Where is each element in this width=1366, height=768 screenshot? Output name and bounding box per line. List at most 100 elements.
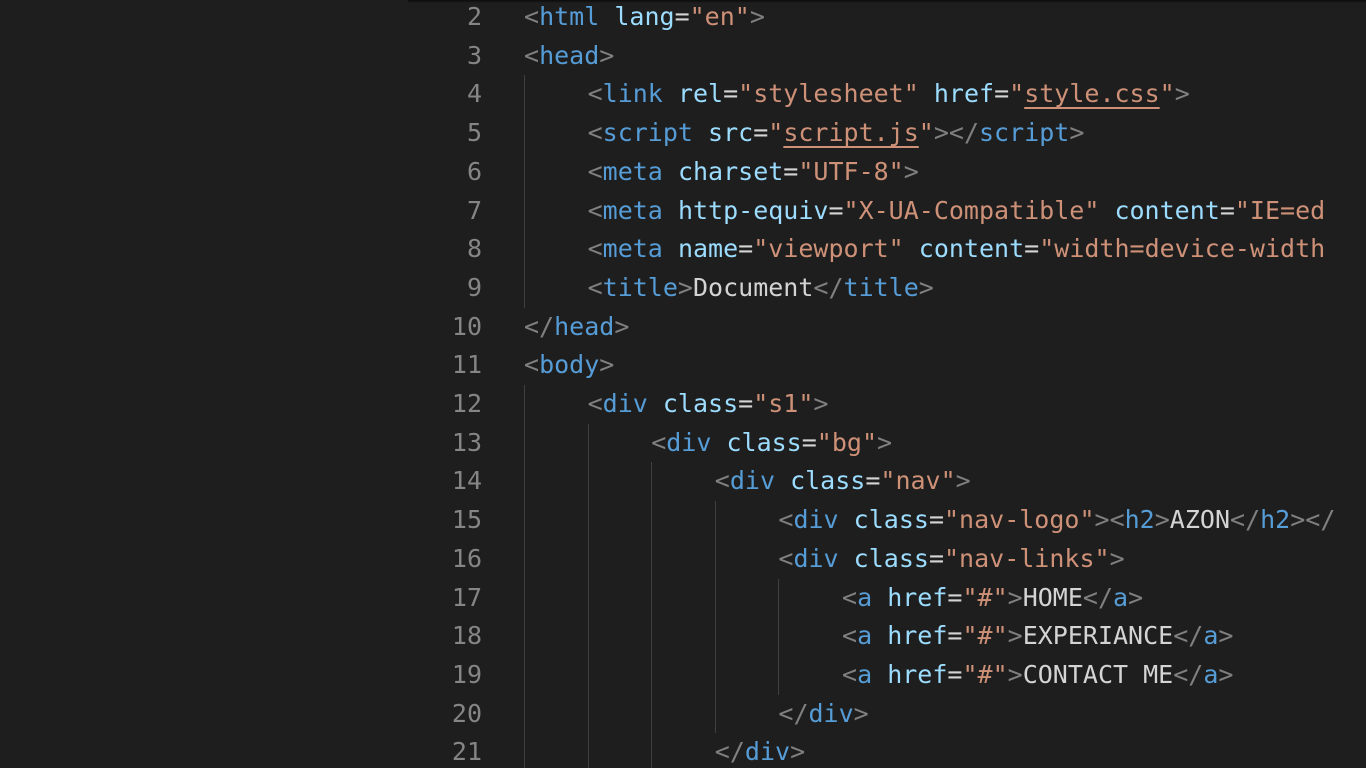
tag-name-token: meta bbox=[602, 156, 663, 186]
line-number: 8 bbox=[466, 234, 482, 264]
punctuation-token bbox=[663, 79, 678, 108]
attribute-token: content bbox=[918, 234, 1025, 264]
code-line[interactable]: 19 <a href="#">CONTACT ME</a> bbox=[408, 656, 1366, 695]
bracket-token: < bbox=[714, 466, 730, 496]
punctuation-token: = bbox=[865, 466, 881, 496]
bracket-token: < bbox=[651, 427, 667, 457]
string-token: " bbox=[1009, 79, 1025, 109]
tag-name-token: div bbox=[729, 466, 776, 496]
code-line[interactable]: 5 <script src="script.js"></script> bbox=[408, 114, 1366, 153]
code-line[interactable]: 3 <head> bbox=[408, 37, 1366, 76]
code-line[interactable]: 18 <a href="#">EXPERIANCE</a> bbox=[408, 617, 1366, 656]
tag-name-token: div bbox=[808, 698, 854, 728]
code-line[interactable]: 12 <div class="s1"> bbox=[408, 385, 1366, 424]
code-line[interactable]: 14 <div class="nav"> bbox=[408, 462, 1366, 501]
punctuation-token bbox=[872, 621, 887, 650]
side-panel bbox=[0, 0, 408, 768]
bracket-token: > bbox=[749, 2, 765, 31]
tag-name-token: html bbox=[539, 2, 600, 31]
tag-name-token: h2 bbox=[1124, 505, 1155, 535]
code-line[interactable]: 9 <title>Document</title> bbox=[408, 269, 1366, 308]
bracket-token: < bbox=[587, 272, 603, 302]
string-token: "IE=ed bbox=[1234, 195, 1326, 225]
attribute-token: charset bbox=[677, 156, 784, 186]
punctuation-token: = bbox=[947, 659, 963, 689]
line-number: 9 bbox=[466, 272, 482, 302]
link-string-token: script.js bbox=[783, 118, 919, 148]
code-text: <meta charset="UTF-8"> bbox=[588, 153, 919, 192]
attribute-token: href bbox=[933, 79, 995, 109]
punctuation-token: = bbox=[947, 582, 963, 612]
tag-name-token: meta bbox=[602, 195, 663, 225]
bracket-token: > bbox=[955, 466, 971, 496]
code-line[interactable]: 11 <body> bbox=[408, 346, 1366, 385]
bracket-token: > bbox=[903, 156, 919, 186]
string-token: "bg" bbox=[816, 427, 878, 457]
bracket-token: </ bbox=[1173, 621, 1204, 651]
punctuation-token: = bbox=[674, 2, 690, 31]
tag-name-token: a bbox=[857, 659, 873, 689]
tag-name-token: a bbox=[857, 582, 873, 612]
code-line[interactable]: 8 <meta name="viewport" content="width=de… bbox=[408, 230, 1366, 269]
code-line[interactable]: 7 <meta http-equiv="X-UA-Compatible" cont… bbox=[408, 192, 1366, 231]
line-number: 7 bbox=[466, 195, 482, 225]
line-number: 17 bbox=[451, 582, 482, 612]
punctuation-token bbox=[872, 583, 887, 612]
bracket-token: < bbox=[587, 234, 603, 264]
punctuation-token: = bbox=[723, 79, 739, 109]
code-line[interactable]: 21 </div> bbox=[408, 733, 1366, 768]
punctuation-token: = bbox=[994, 79, 1010, 109]
bracket-token: > bbox=[1007, 621, 1023, 651]
bracket-token: > bbox=[1109, 543, 1125, 573]
code-text: <a href="#">CONTACT ME</a> bbox=[842, 656, 1233, 695]
line-number: 20 bbox=[451, 698, 482, 728]
bracket-token: < bbox=[524, 40, 540, 70]
code-line[interactable]: 4 <link rel="stylesheet" href="style.css"… bbox=[408, 75, 1366, 114]
tag-name-token: div bbox=[602, 389, 648, 418]
tag-name-token: head bbox=[554, 311, 615, 341]
punctuation-token bbox=[693, 118, 708, 147]
bracket-token: < bbox=[842, 659, 858, 689]
string-token: "nav-logo" bbox=[944, 505, 1095, 535]
code-line[interactable]: 20 </div> bbox=[408, 695, 1366, 734]
bracket-token: > bbox=[1218, 659, 1234, 689]
code-line[interactable]: 13 <div class="bg"> bbox=[408, 424, 1366, 463]
bracket-token: < bbox=[524, 350, 540, 380]
punctuation-token: = bbox=[828, 195, 844, 225]
line-number: 3 bbox=[466, 40, 482, 70]
bracket-token: > bbox=[614, 311, 630, 341]
punctuation-token bbox=[663, 157, 678, 186]
code-editor[interactable]: 2 <html lang="en"> 3 <head> 4 <link rel="styl… bbox=[408, 0, 1366, 768]
code-line[interactable]: 15 <div class="nav-logo"><h2>AZON</h2></ bbox=[408, 501, 1366, 540]
string-token: "nav-links" bbox=[944, 543, 1110, 573]
bracket-token: < bbox=[778, 543, 794, 573]
code-text: <div class="nav-logo"><h2>AZON</h2></ bbox=[778, 501, 1335, 540]
tag-name-token: h2 bbox=[1260, 505, 1291, 535]
bracket-token: </ bbox=[714, 737, 745, 767]
bracket-token: > bbox=[853, 698, 869, 728]
line-number: 19 bbox=[451, 659, 482, 689]
bracket-token: < bbox=[524, 2, 540, 31]
attribute-token: class bbox=[853, 543, 929, 573]
code-line[interactable]: 2 <html lang="en"> bbox=[408, 0, 1366, 37]
code-line[interactable]: 6 <meta charset="UTF-8"> bbox=[408, 153, 1366, 192]
bracket-token: > bbox=[1154, 505, 1170, 535]
text-token: CONTACT ME bbox=[1022, 659, 1174, 689]
code-line[interactable]: 10 </head> bbox=[408, 308, 1366, 347]
code-text: <head> bbox=[524, 37, 614, 76]
attribute-token: class bbox=[662, 389, 739, 418]
tag-name-token: script bbox=[979, 118, 1070, 148]
bracket-token: > bbox=[599, 40, 615, 70]
code-line[interactable]: 17 <a href="#">HOME</a> bbox=[408, 579, 1366, 618]
attribute-token: href bbox=[887, 659, 948, 689]
code-line[interactable]: 16 <div class="nav-links"> bbox=[408, 540, 1366, 579]
punctuation-token: = bbox=[783, 156, 799, 186]
line-number: 21 bbox=[451, 737, 482, 767]
bracket-token: < bbox=[842, 621, 858, 651]
bracket-token: ></ bbox=[933, 118, 979, 148]
attribute-token: href bbox=[887, 621, 948, 651]
string-token: "UTF-8" bbox=[798, 156, 904, 186]
line-number: 10 bbox=[451, 311, 482, 341]
punctuation-token bbox=[1099, 196, 1114, 225]
bracket-token: < bbox=[587, 118, 603, 148]
